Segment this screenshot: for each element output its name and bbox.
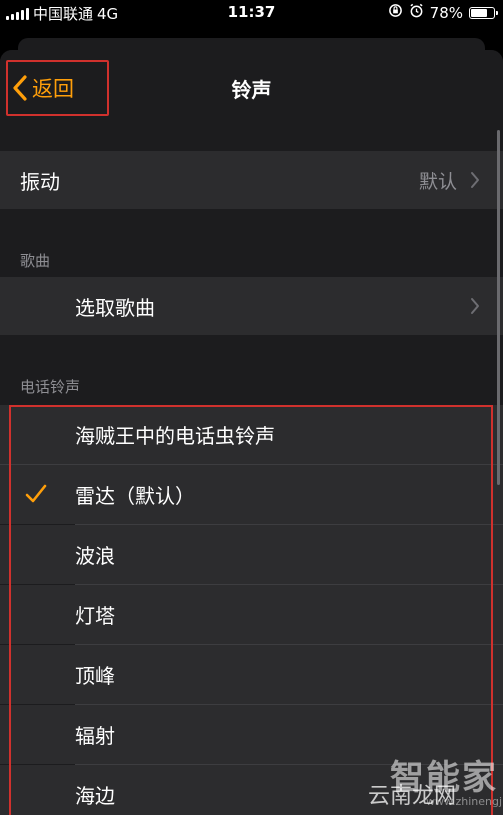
ringtone-item[interactable]: 海边 [0,765,503,815]
scrollbar[interactable] [497,130,500,485]
pick-song-cell[interactable]: 选取歌曲 [0,277,503,335]
ringtone-item[interactable]: 海贼王中的电话虫铃声 [0,405,503,464]
ringtone-settings-sheet: 返回 铃声 振动 默认 歌曲 选取歌曲 电话铃声 海贼王中的电话虫铃声 雷达（默… [0,50,503,815]
alarm-icon [409,3,424,22]
navigation-bar: 返回 铃声 [0,50,503,128]
ringtone-item[interactable]: 顶峰 [0,645,503,704]
vibration-value: 默认 [418,170,457,193]
ringtone-label: 顶峰 [75,664,115,688]
chevron-right-icon [471,298,479,314]
songs-section-header: 歌曲 [20,252,51,270]
vibration-label: 振动 [20,169,60,194]
battery-fill [471,8,487,17]
ringtone-label: 辐射 [75,724,115,748]
ringtones-section-header: 电话铃声 [20,378,81,396]
lock-rotation-icon [388,3,403,22]
ringtone-label: 波浪 [75,544,115,568]
battery-icon [469,6,498,19]
pick-song-label: 选取歌曲 [75,295,155,320]
vibration-cell[interactable]: 振动 默认 [0,151,503,209]
ringtone-item[interactable]: 波浪 [0,525,503,584]
ringtone-label: 海贼王中的电话虫铃声 [75,424,275,448]
chevron-right-icon [471,172,479,188]
ringtone-label: 海边 [75,784,115,808]
page-title: 铃声 [231,78,272,102]
ringtone-label: 雷达（默认） [75,484,195,508]
status-bar: 中国联通 4G 11:37 78% [0,0,503,24]
battery-percent: 78% [429,3,463,22]
status-right: 78% [388,3,498,22]
ringtone-item-selected[interactable]: 雷达（默认） [0,465,503,524]
ringtone-item[interactable]: 辐射 [0,705,503,764]
ringtone-label: 灯塔 [75,604,115,628]
ringtone-item[interactable]: 灯塔 [0,585,503,644]
checkmark-icon [25,484,47,503]
